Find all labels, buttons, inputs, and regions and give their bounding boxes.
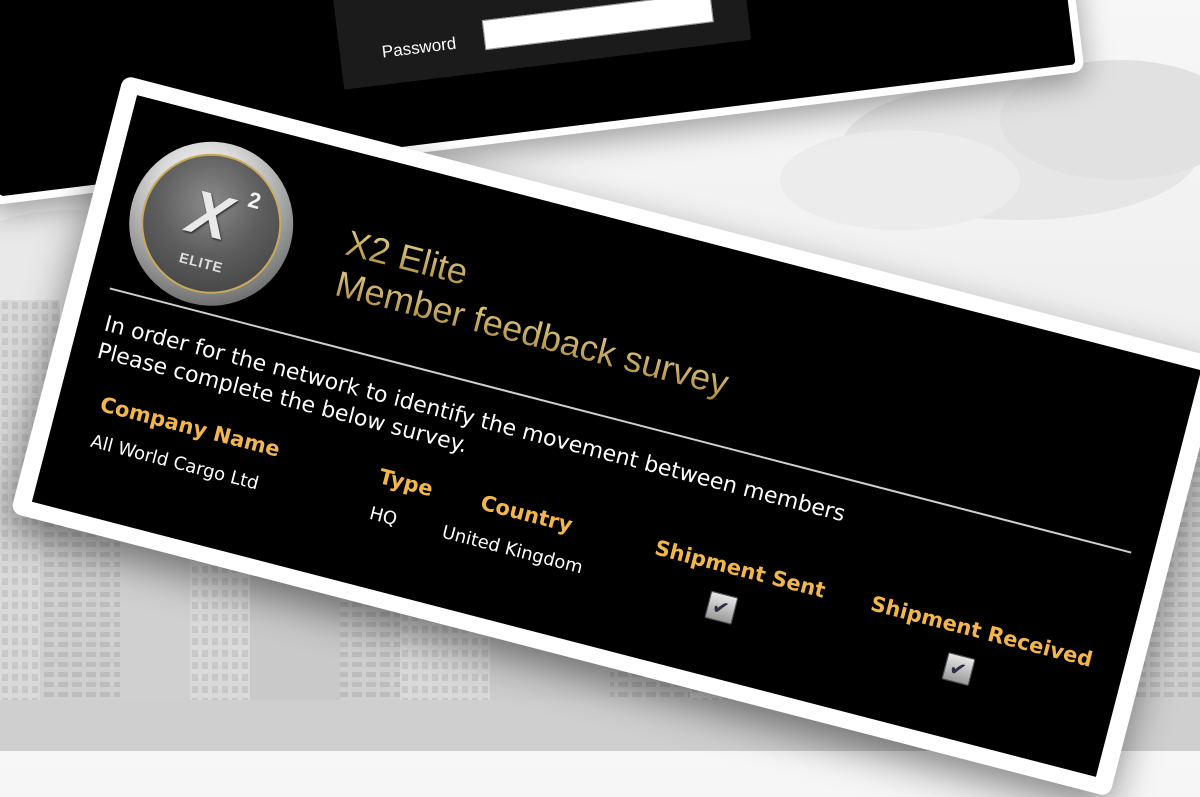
shipment-received-checkbox[interactable]: ✔ — [941, 652, 976, 687]
login-form: Password — [327, 0, 752, 90]
logo-mark: X — [181, 177, 239, 255]
password-label: Password — [380, 33, 458, 62]
logo-superscript: 2 — [245, 186, 264, 215]
survey-subtitle: Member feedback survey — [331, 262, 733, 404]
shipment-received-label: Shipment Received — [868, 591, 1096, 672]
type-label: Type — [376, 464, 436, 502]
type-value: HQ — [367, 503, 400, 531]
password-input[interactable] — [481, 0, 714, 51]
x2-elite-logo: X 2 ELITE — [111, 123, 312, 324]
divider — [109, 287, 1132, 554]
check-icon: ✔ — [709, 593, 732, 622]
shipment-sent-checkbox[interactable]: ✔ — [704, 590, 739, 625]
check-icon: ✔ — [946, 655, 970, 683]
country-label: Country — [478, 490, 575, 538]
logo-ring: X 2 ELITE — [125, 138, 297, 310]
